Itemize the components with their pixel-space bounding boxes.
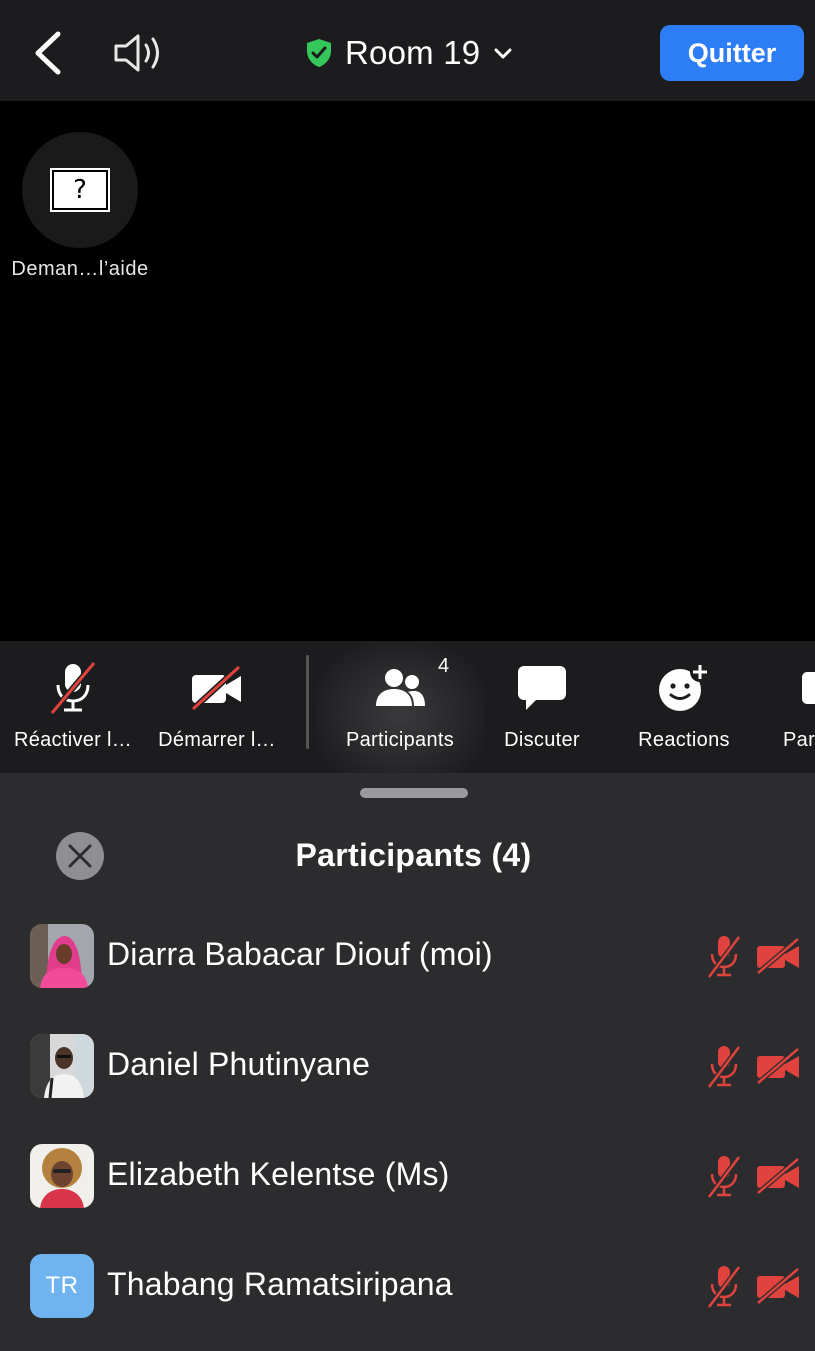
quit-button[interactable]: Quitter (660, 25, 804, 81)
camera-off-icon (190, 664, 242, 712)
participants-icon (376, 669, 425, 706)
reactions-button[interactable]: Reactions (624, 641, 744, 773)
chat-button[interactable]: Discuter (484, 641, 600, 773)
shield-check-icon (307, 39, 331, 67)
share-screen-icon (802, 672, 815, 704)
unmute-button[interactable]: Réactiver l… (6, 641, 140, 773)
back-button[interactable] (24, 28, 74, 78)
help-icon: ? (50, 168, 110, 212)
mic-off-icon (49, 661, 97, 715)
drag-handle[interactable] (360, 788, 468, 798)
start-video-button[interactable]: Démarrer l… (150, 641, 284, 773)
participant-row[interactable]: TR Thabang Ramatsiripana (0, 1254, 815, 1351)
chevron-left-icon (35, 31, 61, 75)
speaker-button[interactable] (108, 28, 168, 78)
participants-panel: Participants (4) Diarra Babacar Diouf (m… (0, 773, 815, 1351)
share-button[interactable]: Par (776, 641, 815, 773)
panel-title: Participants (4) (295, 837, 532, 873)
emoji-add-icon (659, 662, 710, 711)
mic-off-icon (707, 1265, 741, 1308)
avatar-initials: TR (30, 1254, 94, 1318)
participant-name: Elizabeth Kelentse (Ms) (107, 1156, 450, 1192)
avatar (30, 1144, 94, 1208)
participant-row[interactable]: Diarra Babacar Diouf (moi) (0, 924, 815, 1034)
mic-off-icon (707, 1155, 741, 1198)
participants-button[interactable]: Participants 4 (316, 641, 484, 773)
participants-count-badge: 4 (438, 655, 450, 677)
avatar (30, 1034, 94, 1098)
mic-off-icon (707, 935, 741, 978)
chevron-down-icon (494, 48, 512, 59)
ask-for-help-label: Deman…l’aide (11, 258, 149, 280)
video-area: ? Deman…l’aide (0, 101, 815, 641)
participant-name: Thabang Ramatsiripana (107, 1266, 453, 1302)
camera-off-icon (756, 1158, 800, 1194)
camera-off-icon (756, 1268, 800, 1304)
participant-name: Daniel Phutinyane (107, 1046, 371, 1082)
camera-off-icon (756, 1048, 800, 1084)
room-title: Room 19 (345, 34, 481, 71)
participant-name: Diarra Babacar Diouf (moi) (107, 936, 493, 972)
mic-off-icon (707, 1045, 741, 1088)
toolbar-divider (306, 655, 309, 749)
room-title-dropdown[interactable]: Room 19 (305, 30, 514, 76)
avatar (30, 924, 94, 988)
participant-row[interactable]: Daniel Phutinyane (0, 1034, 815, 1144)
meeting-toolbar: Réactiver l… Démarrer l… Participants 4 (0, 641, 815, 773)
speaker-icon (114, 34, 159, 72)
participant-row[interactable]: Elizabeth Kelentse (Ms) (0, 1144, 815, 1254)
ask-for-help-button[interactable]: ? (22, 132, 138, 248)
camera-off-icon (756, 938, 800, 974)
chat-icon (518, 666, 566, 710)
top-bar: Room 19 Quitter (0, 0, 815, 101)
